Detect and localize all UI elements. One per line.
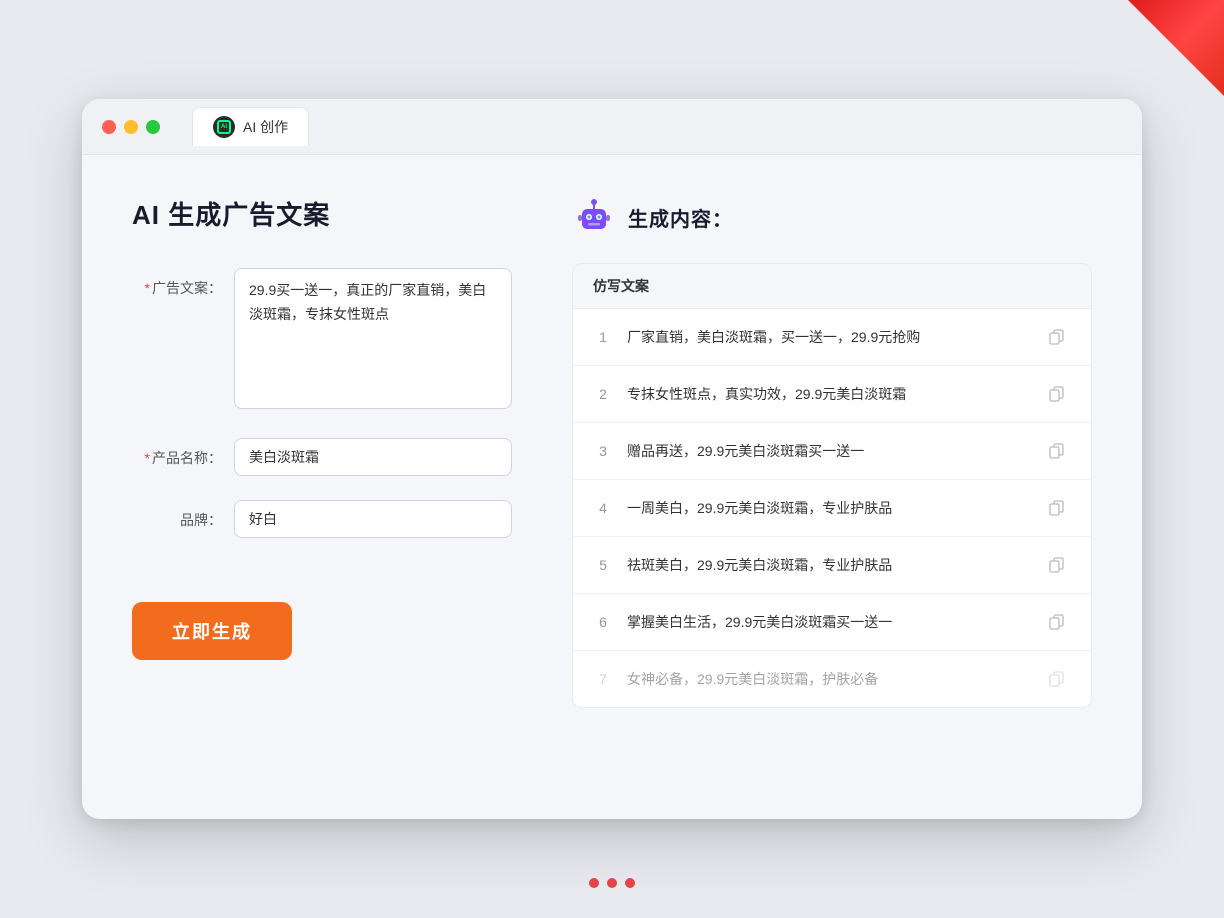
tab-ai-creation[interactable]: AI 创作 — [192, 107, 309, 146]
bottom-decoration — [589, 878, 635, 888]
form-group-product-name: *产品名称： — [132, 438, 512, 476]
bottom-dot-2 — [607, 878, 617, 888]
page-title: AI 生成广告文案 — [132, 195, 512, 232]
result-text-6: 掌握美白生活，29.9元美白淡斑霜买一送一 — [627, 612, 1029, 633]
bottom-dot-3 — [625, 878, 635, 888]
ai-icon-inner — [217, 120, 231, 134]
result-row-1: 1 厂家直销，美白淡斑霜，买一送一，29.9元抢购 — [573, 309, 1091, 366]
title-bar: AI 创作 — [82, 99, 1142, 155]
ad-copy-label: *广告文案： — [132, 268, 222, 298]
result-row-3: 3 赠品再送，29.9元美白淡斑霜买一送一 — [573, 423, 1091, 480]
result-text-5: 祛斑美白，29.9元美白淡斑霜，专业护肤品 — [627, 555, 1029, 576]
copy-button-6[interactable] — [1043, 608, 1071, 636]
result-num-2: 2 — [593, 386, 613, 402]
result-text-7: 女神必备，29.9元美白淡斑霜，护肤必备 — [627, 669, 1029, 690]
brand-label: 品牌： — [132, 500, 222, 530]
copy-icon-7 — [1049, 671, 1065, 687]
result-title: 生成内容： — [628, 203, 733, 232]
result-row-6: 6 掌握美白生活，29.9元美白淡斑霜买一送一 — [573, 594, 1091, 651]
copy-button-3[interactable] — [1043, 437, 1071, 465]
result-text-1: 厂家直销，美白淡斑霜，买一送一，29.9元抢购 — [627, 327, 1029, 348]
tab-label: AI 创作 — [243, 117, 288, 137]
result-text-4: 一周美白，29.9元美白淡斑霜，专业护肤品 — [627, 498, 1029, 519]
copy-icon-4 — [1049, 500, 1065, 516]
form-group-brand: 品牌： — [132, 500, 512, 538]
left-panel: AI 生成广告文案 *广告文案： 29.9买一送一，真正的厂家直销，美白淡斑霜，… — [132, 195, 512, 775]
copy-icon-6 — [1049, 614, 1065, 630]
results-table-header: 仿写文案 — [573, 264, 1091, 309]
copy-button-4[interactable] — [1043, 494, 1071, 522]
result-num-3: 3 — [593, 443, 613, 459]
brand-input[interactable] — [234, 500, 512, 538]
generate-button[interactable]: 立即生成 — [132, 602, 292, 660]
result-row-2: 2 专抹女性斑点，真实功效，29.9元美白淡斑霜 — [573, 366, 1091, 423]
traffic-light-yellow[interactable] — [124, 120, 138, 134]
product-name-input-area — [234, 438, 512, 476]
brand-input-area — [234, 500, 512, 538]
result-num-1: 1 — [593, 329, 613, 345]
traffic-light-red[interactable] — [102, 120, 116, 134]
copy-button-1[interactable] — [1043, 323, 1071, 351]
copy-icon-3 — [1049, 443, 1065, 459]
ad-copy-input-area: 29.9买一送一，真正的厂家直销，美白淡斑霜，专抹女性斑点 — [234, 268, 512, 414]
result-row-4: 4 一周美白，29.9元美白淡斑霜，专业护肤品 — [573, 480, 1091, 537]
result-num-5: 5 — [593, 557, 613, 573]
required-star-product: * — [145, 450, 150, 466]
required-star-ad-copy: * — [145, 280, 150, 296]
traffic-lights — [102, 120, 160, 134]
result-row-5: 5 祛斑美白，29.9元美白淡斑霜，专业护肤品 — [573, 537, 1091, 594]
ad-copy-textarea[interactable]: 29.9买一送一，真正的厂家直销，美白淡斑霜，专抹女性斑点 — [234, 268, 512, 409]
tab-area: AI 创作 — [192, 107, 309, 146]
result-text-3: 赠品再送，29.9元美白淡斑霜买一送一 — [627, 441, 1029, 462]
copy-icon-2 — [1049, 386, 1065, 402]
right-panel: 生成内容： 仿写文案 1 厂家直销，美白淡斑霜，买一送一，29.9元抢购 — [572, 195, 1092, 775]
copy-button-7[interactable] — [1043, 665, 1071, 693]
result-row-7: 7 女神必备，29.9元美白淡斑霜，护肤必备 — [573, 651, 1091, 707]
copy-button-5[interactable] — [1043, 551, 1071, 579]
results-table: 仿写文案 1 厂家直销，美白淡斑霜，买一送一，29.9元抢购 2 专抹女性斑点，… — [572, 263, 1092, 708]
result-num-4: 4 — [593, 500, 613, 516]
copy-button-2[interactable] — [1043, 380, 1071, 408]
browser-window: AI 创作 AI 生成广告文案 *广告文案： 29.9买一送一，真正的厂家直销，… — [82, 99, 1142, 819]
product-name-input[interactable] — [234, 438, 512, 476]
result-num-7: 7 — [593, 671, 613, 687]
copy-icon-1 — [1049, 329, 1065, 345]
copy-icon-5 — [1049, 557, 1065, 573]
main-content: AI 生成广告文案 *广告文案： 29.9买一送一，真正的厂家直销，美白淡斑霜，… — [82, 155, 1142, 815]
product-name-label: *产品名称： — [132, 438, 222, 468]
result-num-6: 6 — [593, 614, 613, 630]
ai-tab-icon — [213, 116, 235, 138]
result-header: 生成内容： — [572, 195, 1092, 239]
robot-icon — [572, 195, 616, 239]
form-group-ad-copy: *广告文案： 29.9买一送一，真正的厂家直销，美白淡斑霜，专抹女性斑点 — [132, 268, 512, 414]
bottom-dot-1 — [589, 878, 599, 888]
traffic-light-green[interactable] — [146, 120, 160, 134]
result-text-2: 专抹女性斑点，真实功效，29.9元美白淡斑霜 — [627, 384, 1029, 405]
